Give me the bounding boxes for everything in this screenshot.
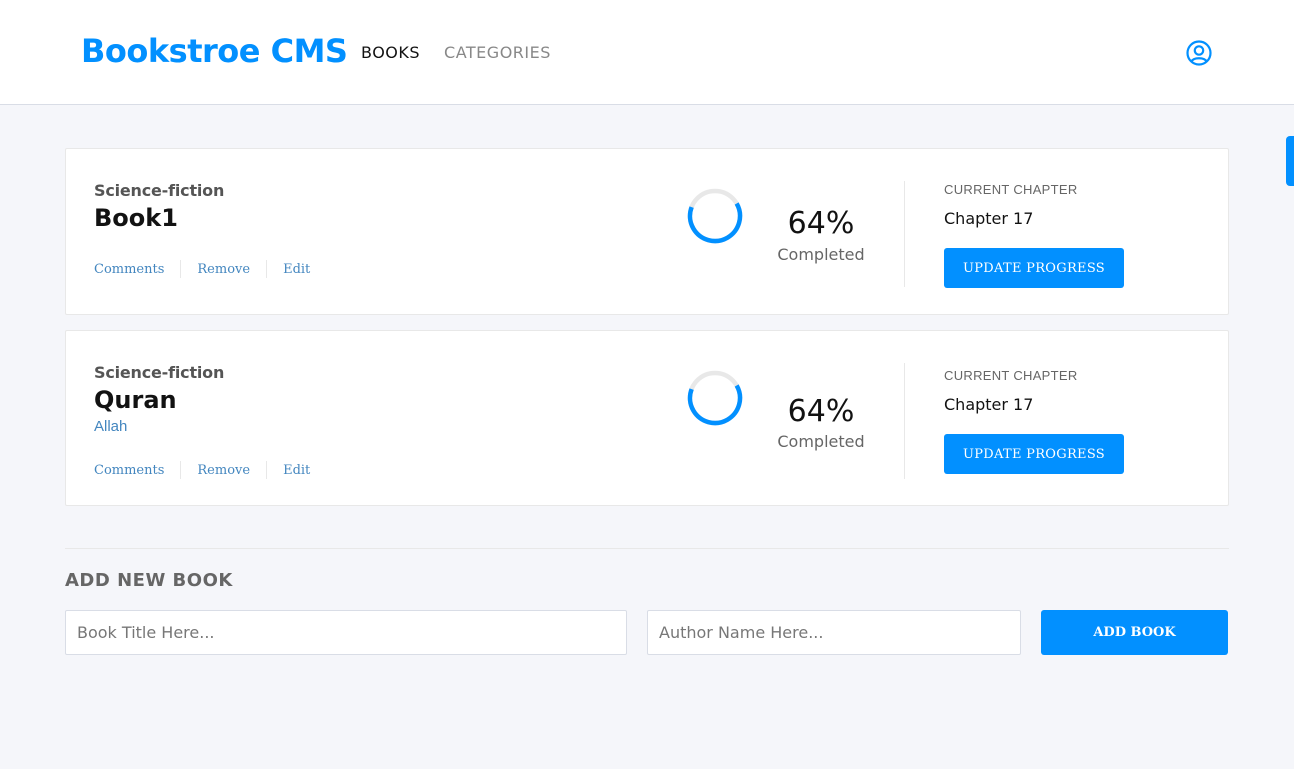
author-name-input[interactable] [647,610,1021,655]
progress-percent: 64% [787,394,855,429]
comments-link[interactable]: Comments [94,463,164,478]
edit-link[interactable]: Edit [283,262,310,277]
comments-link[interactable]: Comments [94,262,164,277]
main-nav: BOOKS CATEGORIES [361,43,551,62]
current-chapter-label: CURRENT CHAPTER [944,368,1078,383]
book-title: Quran [94,386,177,414]
section-divider [65,548,1229,549]
book-actions: Comments Remove Edit [94,461,310,479]
book-actions: Comments Remove Edit [94,260,310,278]
progress-ring [687,188,743,244]
add-book-button[interactable]: ADD BOOK [1041,610,1228,655]
book-genre: Science-fiction [94,363,225,382]
card-divider [904,181,905,287]
action-divider [180,260,182,278]
nav-categories[interactable]: CATEGORIES [444,43,551,62]
action-divider [266,260,268,278]
update-progress-button[interactable]: UPDATE PROGRESS [944,248,1124,288]
app-logo[interactable]: Bookstroe CMS [81,32,348,70]
current-chapter-value: Chapter 17 [944,209,1034,228]
book-card: Science-fiction Book1 Comments Remove Ed… [65,148,1229,315]
book-genre: Science-fiction [94,181,225,200]
progress-percent: 64% [787,206,855,241]
current-chapter-label: CURRENT CHAPTER [944,182,1078,197]
progress-completed-label: Completed [777,432,865,451]
user-circle-icon [1186,40,1212,66]
user-profile-button[interactable] [1186,40,1212,66]
book-title-input[interactable] [65,610,627,655]
book-title: Book1 [94,204,178,232]
progress-completed-label: Completed [777,245,865,264]
update-progress-button[interactable]: UPDATE PROGRESS [944,434,1124,474]
current-chapter-value: Chapter 17 [944,395,1034,414]
edit-link[interactable]: Edit [283,463,310,478]
remove-link[interactable]: Remove [197,262,250,277]
side-scroll-tab[interactable] [1286,136,1294,186]
remove-link[interactable]: Remove [197,463,250,478]
add-book-heading: ADD NEW BOOK [65,570,233,591]
card-divider [904,363,905,479]
nav-books[interactable]: BOOKS [361,43,420,62]
book-card: Science-fiction Quran Allah Comments Rem… [65,330,1229,506]
action-divider [266,461,268,479]
book-author[interactable]: Allah [94,418,127,435]
header-bar: Bookstroe CMS BOOKS CATEGORIES [0,0,1294,105]
progress-ring [687,370,743,426]
action-divider [180,461,182,479]
